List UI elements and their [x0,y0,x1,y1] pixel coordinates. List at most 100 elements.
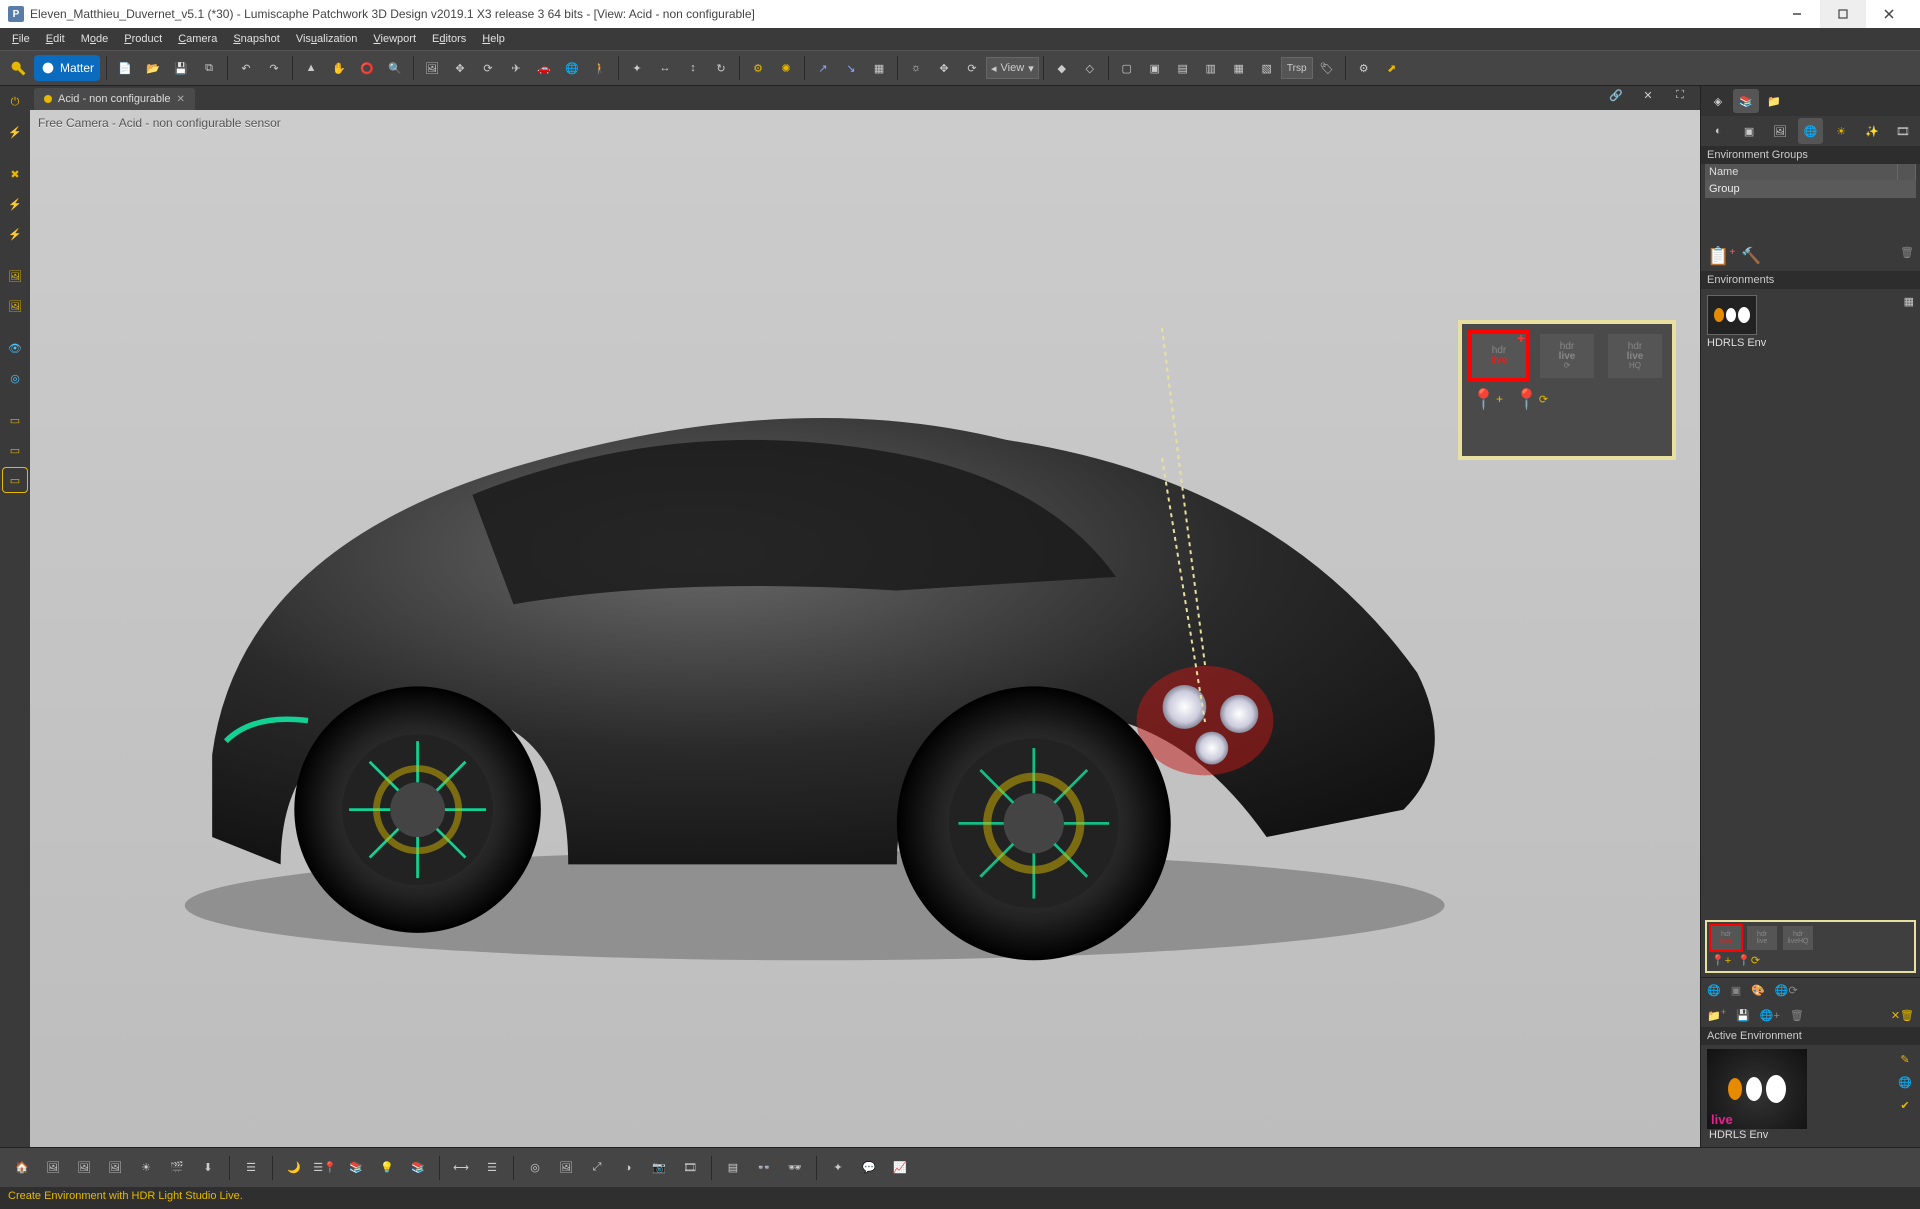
hammer-icon[interactable]: 🔨 [1741,246,1761,267]
menu-snapshot[interactable]: Snapshot [225,30,288,48]
box2-icon[interactable]: ▣ [1142,55,1168,81]
globe-refresh-icon[interactable]: 🌐⟳ [1775,984,1798,997]
rp-tab-library-icon[interactable]: 📚 [1733,89,1759,113]
diamond-icon[interactable]: ◆ [1049,55,1075,81]
image1-icon[interactable]: 🖼 [3,264,27,288]
clear-all-icon[interactable]: ✕🗑 [1891,1009,1914,1022]
viewport[interactable]: Free Camera - Acid - non configurable se… [30,110,1700,1147]
new-group-icon[interactable]: 📋+ [1707,246,1735,267]
matter-mode-button[interactable]: Matter [34,55,100,81]
bscale-icon[interactable]: ⤢ [583,1154,611,1182]
col-name-header[interactable]: Name [1705,164,1898,180]
globe-plus-icon[interactable]: 🌐+ [1760,1009,1780,1022]
new-env-icon[interactable]: 📁+ [1707,1007,1726,1023]
film2-icon[interactable]: 🎞 [1890,118,1915,144]
bsun-icon[interactable]: ☀ [132,1154,160,1182]
flash-s-icon[interactable]: ⚡ [3,192,27,216]
check2-icon[interactable]: ▣ [1731,984,1741,997]
menu-product[interactable]: Product [116,30,170,48]
mini-hdr-live-hq-button[interactable]: hdrliveHQ [1783,926,1813,950]
menu-mode[interactable]: Mode [73,30,117,48]
light2-icon[interactable]: ✥ [931,55,957,81]
gear3-icon[interactable]: ⚙ [1351,55,1377,81]
bolt-icon[interactable]: ⚡ [3,120,27,144]
aspect1-icon[interactable]: ▭ [3,408,27,432]
trash-icon[interactable]: 🗑 [1790,1009,1804,1022]
effect-icon[interactable]: ✨ [1860,118,1885,144]
ax1-icon[interactable]: ↗ [810,55,836,81]
menu-help[interactable]: Help [474,30,513,48]
flash-x-icon[interactable]: ✖ [3,162,27,186]
power-icon[interactable]: ⏻ [3,90,27,114]
grid-icon[interactable]: ▦ [866,55,892,81]
bcam-icon[interactable]: 📷 [645,1154,673,1182]
bglasses-icon[interactable]: 👓 [750,1154,778,1182]
menu-file[interactable]: File [4,30,38,48]
pivot-xyz-icon[interactable]: ✦ [624,55,650,81]
bbub-icon[interactable]: 💬 [855,1154,883,1182]
diamond-o-icon[interactable]: ◇ [1077,55,1103,81]
move-icon[interactable]: ✥ [447,55,473,81]
globe2-icon[interactable]: 🌐 [1798,118,1823,144]
zoom-icon[interactable]: 🔍 [382,55,408,81]
globe4-icon[interactable]: 🌐 [1896,1076,1914,1089]
bimg-icon[interactable]: 🖼 [552,1154,580,1182]
local-env-add-button[interactable]: 📍+ [1472,388,1502,410]
maximize-button[interactable] [1820,0,1866,28]
blist2-icon[interactable]: ☰ [478,1154,506,1182]
env-item[interactable]: HDRLS Env [1705,295,1916,349]
blist-icon[interactable]: ☰ [237,1154,265,1182]
box6-icon[interactable]: ▧ [1254,55,1280,81]
bpic3-icon[interactable]: 🖼 [101,1154,129,1182]
expand-icon[interactable]: ⛶ [1667,82,1693,108]
check-sq-icon[interactable]: ▣ [1737,118,1762,144]
image2-icon[interactable]: 🖼 [3,294,27,318]
new-icon[interactable]: 📄 [112,55,138,81]
mini-hdr-live-sync-button[interactable]: hdrlive [1747,926,1777,950]
globe-icon[interactable]: 🌐 [559,55,585,81]
menu-editors[interactable]: Editors [424,30,474,48]
group-row[interactable]: Group [1705,180,1898,198]
menu-visualization[interactable]: Visualization [288,30,366,48]
minimize-button[interactable] [1774,0,1820,28]
redo-icon[interactable]: ↷ [261,55,287,81]
mini-pin-add-icon[interactable]: 📍+ [1711,954,1731,967]
rp-tab-folder-icon[interactable]: 📁 [1761,89,1787,113]
human-icon[interactable]: 🚶 [587,55,613,81]
close-button[interactable] [1866,0,1912,28]
hdr-live-hq-button[interactable]: hdr live HQ [1608,334,1662,378]
spin-icon[interactable]: ↻ [708,55,734,81]
home-icon[interactable]: 🏠 [8,1154,36,1182]
menu-camera[interactable]: Camera [170,30,225,48]
barr-icon[interactable]: ⟷ [447,1154,475,1182]
pivot-y-icon[interactable]: ↕ [680,55,706,81]
gear2-icon[interactable]: ✺ [773,55,799,81]
orbit-icon[interactable]: ⭕ [354,55,380,81]
pivot-x-icon[interactable]: ↔ [652,55,678,81]
bmoon-icon[interactable]: 🌙 [280,1154,308,1182]
undo-icon[interactable]: ↶ [233,55,259,81]
gallery-icon[interactable]: 🖼 [419,55,445,81]
wrench-icon[interactable] [5,55,31,81]
view-select[interactable]: ◂ View ▾ [986,57,1039,79]
aspect2-icon[interactable]: ▭ [3,438,27,462]
save-icon[interactable]: 💾 [168,55,194,81]
hdr-live-sync-button[interactable]: hdr live ⟳ [1540,334,1594,378]
car-icon[interactable]: 🚗 [531,55,557,81]
bstk2-icon[interactable]: 📚 [404,1154,432,1182]
tab-close-icon[interactable]: ✕ [177,94,185,105]
mini-pin-sync-icon[interactable]: 📍⟳ [1737,954,1760,967]
mini-hdr-live-plus-button[interactable]: hdrlive [1711,926,1741,950]
save2-icon[interactable]: 💾 [1736,1009,1750,1022]
blayers-icon[interactable]: ☰📍 [311,1154,339,1182]
menu-viewport[interactable]: Viewport [365,30,424,48]
arrow-ne-icon[interactable]: ⬈ [1379,55,1405,81]
hand-icon[interactable]: ✋ [326,55,352,81]
open-icon[interactable]: 📂 [140,55,166,81]
box3-icon[interactable]: ▤ [1170,55,1196,81]
bgraph-icon[interactable]: 📈 [886,1154,914,1182]
cursor-icon[interactable]: ▲ [298,55,324,81]
bbars-icon[interactable]: ▤ [719,1154,747,1182]
duplicate-icon[interactable]: ⧉ [196,55,222,81]
col-flag-header[interactable] [1898,164,1916,180]
